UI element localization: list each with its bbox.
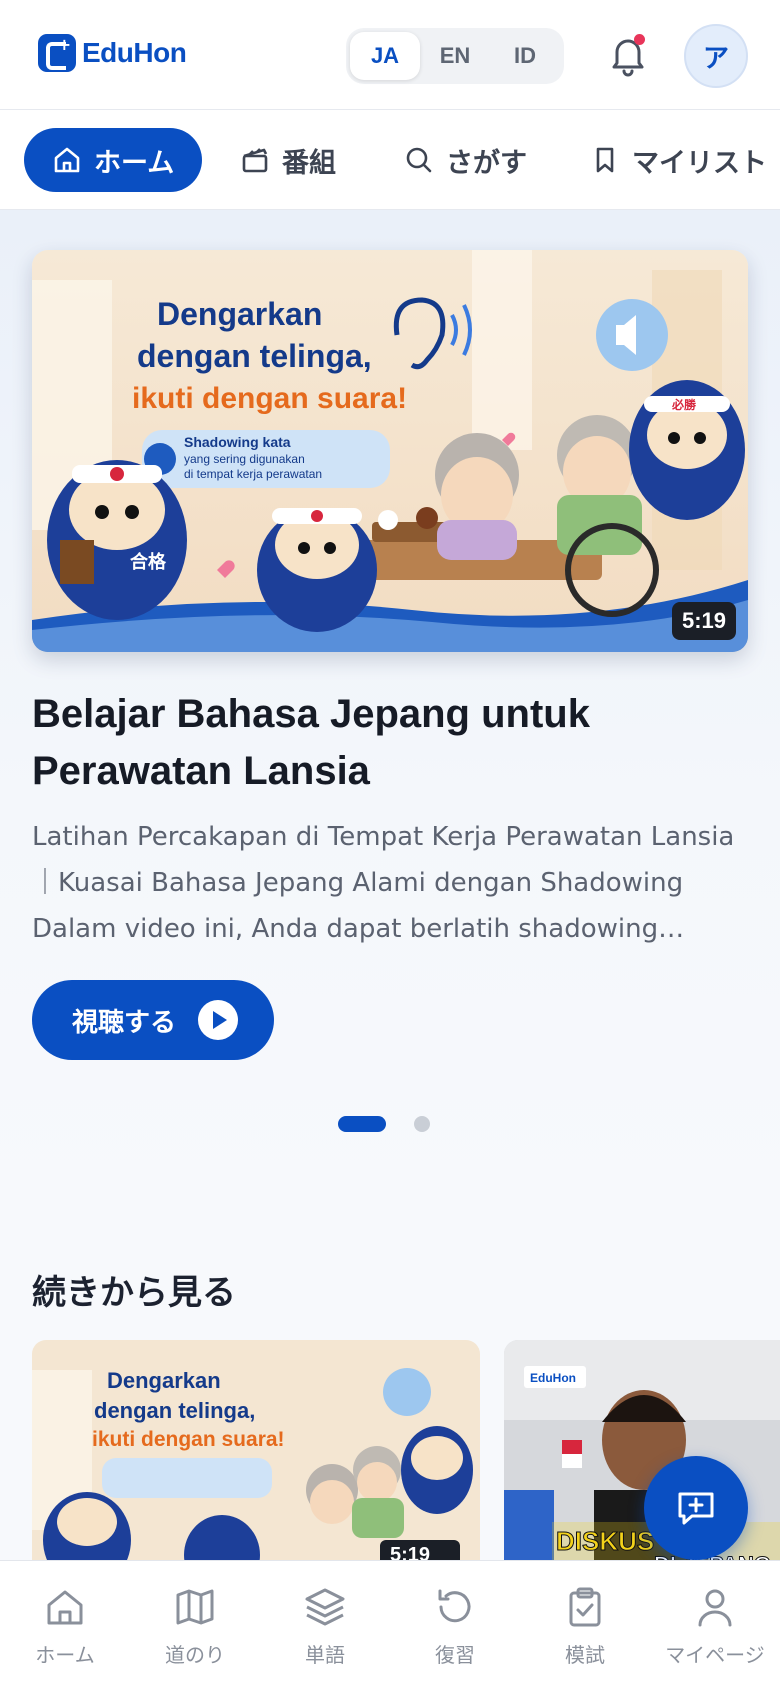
featured-video-title[interactable]: Belajar Bahasa Jepang untuk Perawatan La… bbox=[32, 686, 748, 800]
headband-kanji: 必勝 bbox=[671, 397, 697, 412]
tab-mylist-label: マイリスト bbox=[632, 147, 767, 179]
tab-programs-label: 番組 bbox=[282, 147, 336, 179]
lang-id-button[interactable]: ID bbox=[490, 32, 560, 80]
watch-button-label: 視聴する bbox=[72, 1007, 177, 1038]
clipboard-check-icon bbox=[569, 1587, 601, 1627]
card2-banner: DISKUS bbox=[556, 1526, 654, 1556]
thumb-headline-1: Dengarkan bbox=[157, 296, 322, 332]
bottom-nav-path[interactable]: 道のり bbox=[130, 1561, 260, 1688]
watch-button[interactable]: 視聴する bbox=[32, 980, 274, 1060]
new-message-fab[interactable] bbox=[644, 1456, 748, 1560]
bottom-nav-label: 単語 bbox=[305, 1643, 345, 1667]
bottom-nav-mock-exam[interactable]: 模試 bbox=[520, 1561, 650, 1688]
tab-home-label: ホーム bbox=[94, 147, 175, 179]
tab-programs[interactable]: 番組 bbox=[240, 128, 336, 192]
eduhon-logo[interactable]: EduHon bbox=[38, 34, 187, 72]
featured-video-thumbnail[interactable]: Dengarkan dengan telinga, ikuti dengan s… bbox=[32, 250, 748, 652]
bottom-nav-mypage[interactable]: マイページ bbox=[650, 1561, 780, 1688]
notification-dot bbox=[634, 34, 645, 45]
bookmark-icon bbox=[596, 147, 614, 173]
thumb-caption-1: Shadowing kata bbox=[184, 434, 291, 450]
tab-search[interactable]: さがす bbox=[404, 128, 527, 192]
lang-ja-button[interactable]: JA bbox=[350, 32, 420, 80]
carousel-dot[interactable] bbox=[414, 1116, 430, 1132]
bottom-nav-label: 模試 bbox=[565, 1643, 605, 1667]
bottom-nav-label: 道のり bbox=[165, 1643, 225, 1667]
thumb-caption-3: di tempat kerja perawatan bbox=[184, 467, 322, 481]
svg-text:dengan telinga,: dengan telinga, bbox=[94, 1398, 255, 1423]
thumb-caption-2: yang sering digunakan bbox=[184, 452, 305, 466]
bottom-nav-label: 復習 bbox=[435, 1643, 475, 1667]
language-switcher: JA EN ID bbox=[346, 28, 564, 84]
lang-en-button[interactable]: EN bbox=[420, 32, 490, 80]
thumb-headline-2: dengan telinga, bbox=[137, 338, 372, 374]
video-duration-badge: 5:19 bbox=[671, 602, 736, 640]
message-plus-icon bbox=[678, 1492, 714, 1525]
featured-video-description: Latihan Percakapan di Tempat Kerja Peraw… bbox=[32, 822, 735, 944]
bottom-nav-label: マイページ bbox=[665, 1643, 765, 1667]
home-icon bbox=[47, 1590, 83, 1625]
layers-icon bbox=[305, 1588, 345, 1626]
carousel-indicator bbox=[0, 1116, 780, 1132]
card-thumbnail: Dengarkan dengan telinga, ikuti dengan s… bbox=[32, 1340, 480, 1562]
tab-search-label: さがす bbox=[446, 147, 527, 179]
tab-home[interactable]: ホーム bbox=[24, 128, 203, 192]
search-icon bbox=[406, 147, 432, 173]
thumbnail-illustration: Dengarkan dengan telinga, ikuti dengan s… bbox=[32, 250, 748, 652]
bottom-nav: ホーム 道のり 単語 復習 模試 マイページ bbox=[0, 1560, 780, 1688]
bottom-nav-home[interactable]: ホーム bbox=[0, 1561, 130, 1688]
app-header: EduHon JA EN ID ア bbox=[0, 0, 780, 110]
svg-text:ikuti dengan suara!: ikuti dengan suara! bbox=[92, 1428, 285, 1451]
card2-logo: EduHon bbox=[530, 1371, 576, 1385]
featured-carousel: Dengarkan dengan telinga, ikuti dengan s… bbox=[0, 210, 780, 1195]
thumb-headline-3: ikuti dengan suara! bbox=[132, 382, 407, 415]
bottom-nav-review[interactable]: 復習 bbox=[390, 1561, 520, 1688]
bottom-nav-label: ホーム bbox=[35, 1643, 95, 1667]
logo-text: EduHon bbox=[82, 37, 187, 68]
map-icon bbox=[176, 1589, 214, 1625]
user-icon bbox=[698, 1589, 732, 1627]
play-icon bbox=[198, 1000, 238, 1040]
bottom-nav-words[interactable]: 単語 bbox=[260, 1561, 390, 1688]
home-icon bbox=[54, 147, 80, 173]
top-nav-tabs: ホーム 番組 さがす マイリスト bbox=[0, 110, 780, 210]
daruma-kanji: 合格 bbox=[130, 551, 167, 573]
clapperboard-icon bbox=[242, 148, 268, 173]
carousel-dot-active[interactable] bbox=[338, 1116, 386, 1132]
rotate-icon bbox=[438, 1589, 471, 1623]
tab-mylist[interactable]: マイリスト bbox=[590, 128, 767, 192]
avatar-button[interactable]: ア bbox=[684, 24, 748, 88]
svg-text:Dengarkan: Dengarkan bbox=[107, 1368, 221, 1393]
logo-icon bbox=[38, 34, 76, 72]
notification-bell-button[interactable] bbox=[604, 30, 652, 78]
section-title: 続きから見る bbox=[32, 1273, 236, 1313]
continue-card[interactable]: Dengarkan dengan telinga, ikuti dengan s… bbox=[32, 1340, 480, 1562]
